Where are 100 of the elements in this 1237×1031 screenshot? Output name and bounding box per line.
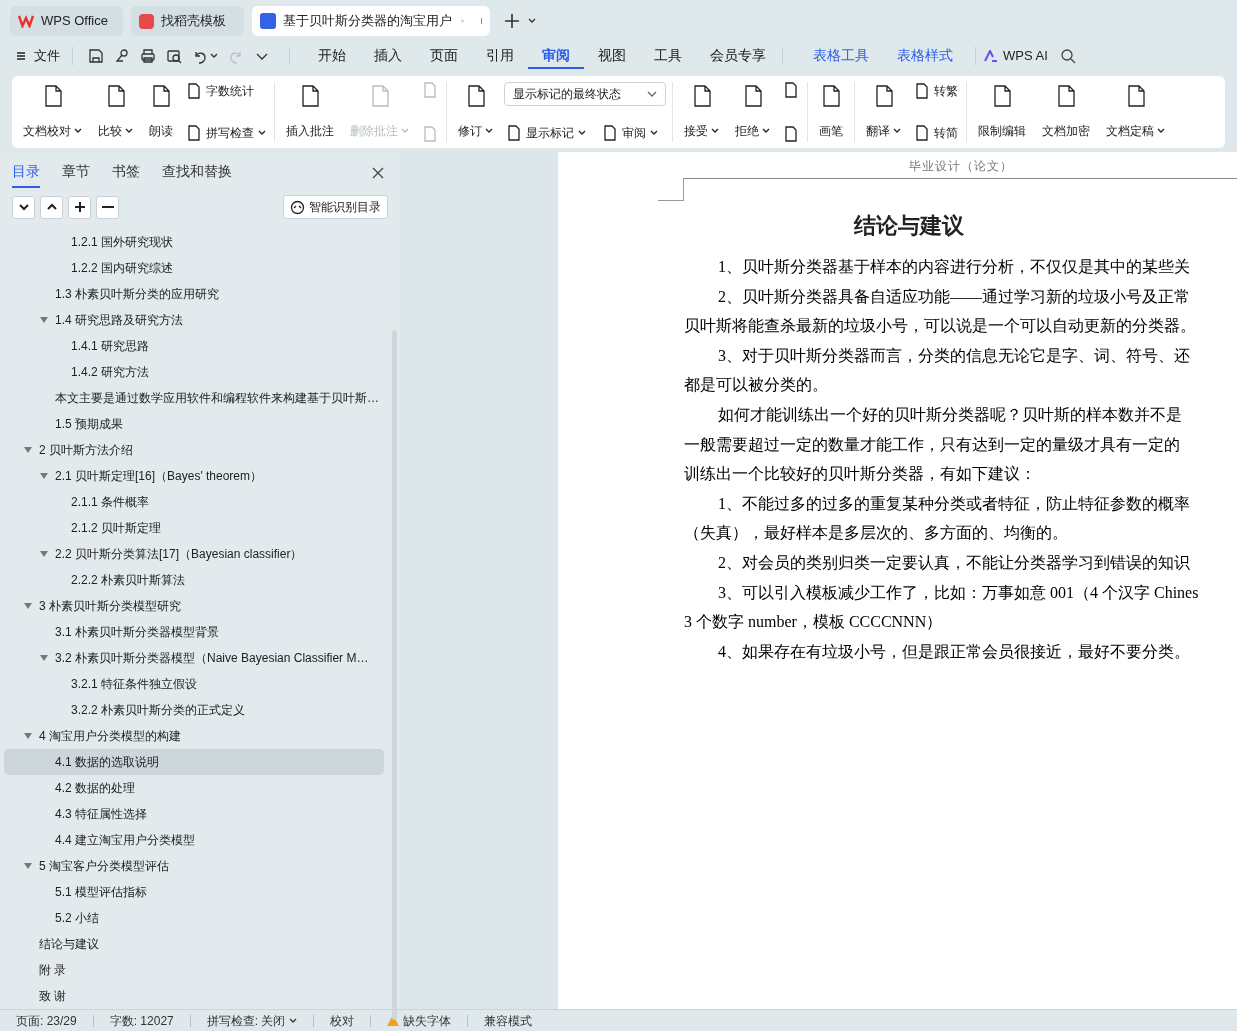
toc-item[interactable]: 2.1 贝叶斯定理[16]（Bayes' theorem） [4, 463, 384, 489]
toc-item[interactable]: 2.2.2 朴素贝叶斯算法 [4, 567, 384, 593]
toc-item[interactable]: 本文主要是通过数学应用软件和编程软件来构建基于贝叶斯… [4, 385, 384, 411]
ribbon-button[interactable]: 文档定稿 [1101, 80, 1170, 144]
ribbon-button[interactable]: 审阅 [600, 124, 660, 142]
ribbon-tab[interactable]: 开始 [304, 43, 360, 69]
ribbon-button[interactable]: 翻译 [861, 80, 906, 144]
toc-item[interactable]: 3.1 朴素贝叶斯分类器模型背景 [4, 619, 384, 645]
ribbon-tab[interactable]: 页面 [416, 43, 472, 69]
toc-item[interactable]: 5.2 小结 [4, 905, 384, 931]
ribbon-button[interactable]: 插入批注 [281, 80, 339, 144]
toc-item[interactable]: 3.2.2 朴素贝叶斯分类的正式定义 [4, 697, 384, 723]
triangle-icon[interactable] [24, 602, 32, 610]
toc-item[interactable]: 3.2.1 特征条件独立假设 [4, 671, 384, 697]
window-tab[interactable]: 找稻壳模板 [131, 6, 244, 36]
toc-item[interactable]: 3 朴素贝叶斯分类模型研究 [4, 593, 384, 619]
pane-tab[interactable]: 查找和替换 [162, 157, 232, 188]
smart-toc-button[interactable]: 智能识别目录 [283, 195, 388, 220]
ribbon-tab[interactable]: 表格样式 [883, 43, 967, 69]
document-logo-icon [260, 13, 276, 29]
print-icon[interactable] [140, 48, 156, 64]
toc-item[interactable]: 1.4 研究思路及研究方法 [4, 307, 384, 333]
toc-item[interactable]: 4.2 数据的处理 [4, 775, 384, 801]
window-tab[interactable]: 基于贝叶斯分类器的淘宝用户 [252, 6, 490, 36]
body-text-line: 训练出一个比较好的贝叶斯分类器，有如下建议： [684, 464, 1036, 485]
status-item[interactable]: 拼写检查: 关闭 [190, 1011, 314, 1030]
save-icon[interactable] [88, 48, 104, 64]
triangle-icon[interactable] [40, 654, 48, 662]
toc-item[interactable]: 2 贝叶斯方法介绍 [4, 437, 384, 463]
pane-tab[interactable]: 书签 [112, 157, 140, 188]
toc-item[interactable]: 1.2.2 国内研究综述 [4, 255, 384, 281]
ribbon-button[interactable]: 比较 [93, 80, 138, 144]
search-icon[interactable] [1059, 48, 1076, 64]
ribbon-button[interactable]: 文档校对 [18, 80, 87, 144]
toc-item[interactable]: 3.2 朴素贝叶斯分类器模型（Naive Bayesian Classifier M… [4, 645, 384, 671]
toc-item[interactable]: 2.1.2 贝叶斯定理 [4, 515, 384, 541]
toc-item[interactable]: 1.5 预期成果 [4, 411, 384, 437]
ribbon-button[interactable]: 拼写检查 [184, 124, 268, 142]
pane-tab[interactable]: 章节 [62, 157, 90, 188]
ribbon-button[interactable]: 转繁 [912, 82, 960, 100]
ribbon-button[interactable]: 限制编辑 [973, 80, 1031, 144]
pane-tab[interactable]: 目录 [12, 157, 40, 188]
toc-item[interactable]: 5.1 模型评估指标 [4, 879, 384, 905]
ribbon-button[interactable]: 字数统计 [184, 82, 268, 100]
body-text-line: 3、可以引入模板减少工作了，比如：万事如意 001（4 个汉字 Chines [718, 582, 1199, 603]
ribbon-button[interactable]: 朗读 [144, 80, 178, 144]
toc-item[interactable]: 5 淘宝客户分类模型评估 [4, 853, 384, 879]
toc-item[interactable]: 1.2.1 国外研究现状 [4, 229, 384, 255]
ribbon-tab[interactable]: 表格工具 [799, 43, 883, 69]
expand-button[interactable] [40, 195, 63, 219]
remove-level-button[interactable] [96, 195, 119, 219]
triangle-icon[interactable] [40, 316, 48, 324]
ribbon-button[interactable]: 画笔 [814, 80, 848, 144]
scrollbar[interactable] [392, 330, 397, 1020]
ribbon-tab[interactable]: 工具 [640, 43, 696, 69]
toc-item[interactable]: 2.1.1 条件概率 [4, 489, 384, 515]
toc-item[interactable]: 致 谢 [4, 983, 384, 1009]
triangle-icon[interactable] [24, 446, 32, 454]
toc-item[interactable]: 结论与建议 [4, 931, 384, 957]
toc-item[interactable]: 2.2 贝叶斯分类算法[17]（Bayesian classifier） [4, 541, 384, 567]
view-mode-dropdown[interactable]: 显示标记的最终状态 [504, 82, 666, 106]
toc-item[interactable]: 1.4.2 研究方法 [4, 359, 384, 385]
triangle-icon[interactable] [24, 732, 32, 740]
status-item: 页面: 23/29 [15, 1012, 78, 1030]
ribbon-button[interactable]: 接受 [679, 80, 724, 144]
toc-item[interactable]: 4.3 特征属性选择 [4, 801, 384, 827]
ribbon-tab[interactable]: 视图 [584, 43, 640, 69]
new-tab-icon[interactable] [504, 13, 520, 29]
ai-button[interactable]: WPS AI [984, 46, 1048, 66]
triangle-icon[interactable] [40, 550, 48, 558]
close-icon[interactable] [372, 166, 384, 179]
toc-item[interactable]: 附 录 [4, 957, 384, 983]
document-icon [914, 83, 930, 99]
toc-item[interactable]: 1.3 朴素贝叶斯分类的应用研究 [4, 281, 384, 307]
toc-item[interactable]: 4.1 数据的选取说明 [4, 749, 384, 775]
body-text-line: 4、如果存在有垃圾小号，但是跟正常会员很接近，最好不要分类。 [718, 641, 1190, 662]
document-icon [783, 126, 799, 142]
triangle-icon[interactable] [40, 472, 48, 480]
ribbon-button[interactable]: 文档加密 [1037, 80, 1095, 144]
ribbon-tab[interactable]: 插入 [360, 43, 416, 69]
ribbon-button[interactable]: 显示标记 [504, 124, 588, 142]
toc-item[interactable]: 4 淘宝用户分类模型的构建 [4, 723, 384, 749]
shape-icon[interactable] [114, 48, 130, 64]
ribbon-button[interactable]: 修订 [453, 80, 498, 144]
triangle-icon[interactable] [24, 862, 32, 870]
toc-item[interactable]: 4.4 建立淘宝用户分类模型 [4, 827, 384, 853]
toc-item[interactable]: 1.4.1 研究思路 [4, 333, 384, 359]
ribbon-button[interactable]: 转简 [912, 124, 960, 142]
print-preview-icon[interactable] [166, 48, 182, 64]
ribbon-button[interactable]: 拒绝 [730, 80, 775, 144]
caret-icon[interactable] [528, 18, 536, 24]
collapse-button[interactable] [12, 195, 35, 219]
body-text-line: 都是可以被分类的。 [684, 375, 828, 396]
ribbon-tab[interactable]: 引用 [472, 43, 528, 69]
file-menu-button[interactable]: 文件 [16, 46, 60, 66]
body-text-line: 1、贝叶斯分类器基于样本的内容进行分析，不仅仅是其中的某些关 [718, 257, 1190, 277]
ribbon-tab[interactable]: 审阅 [528, 43, 584, 69]
add-level-button[interactable] [68, 195, 91, 219]
window-tab[interactable]: WPS Office [10, 6, 123, 36]
ribbon-tab[interactable]: 会员专享 [696, 43, 780, 69]
